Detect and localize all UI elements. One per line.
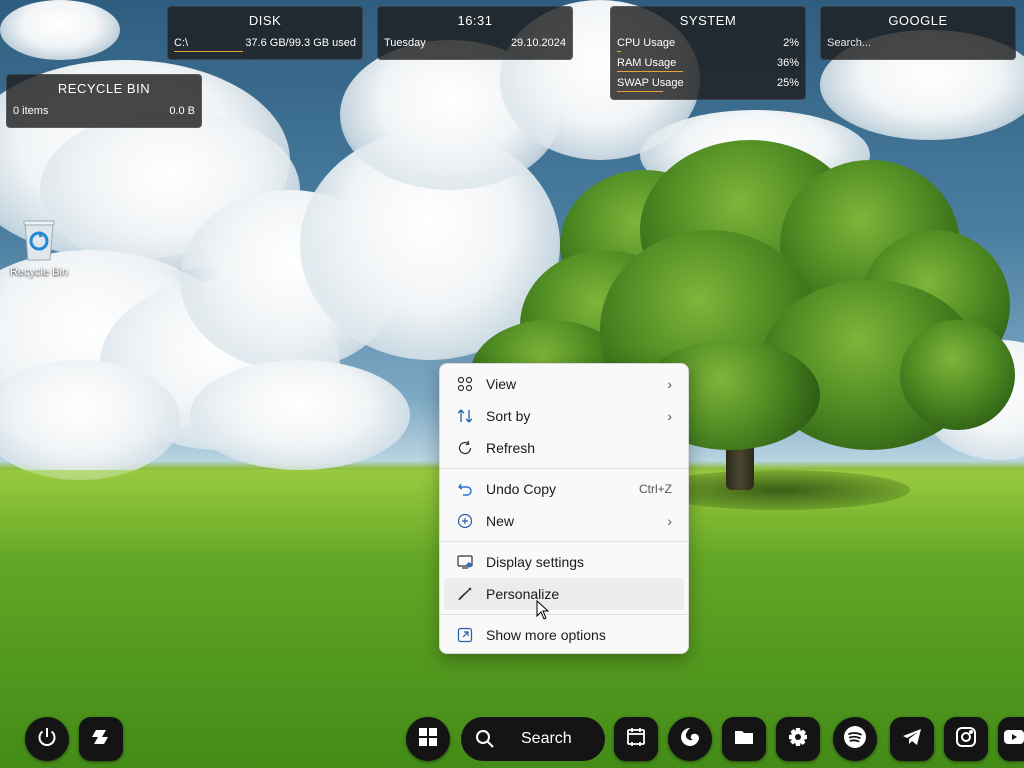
menu-item-refresh-label: Refresh xyxy=(486,440,536,456)
menu-item-sort-by-label: Sort by xyxy=(486,408,531,424)
copilot-button[interactable] xyxy=(79,717,123,761)
swap-usage-value: 25% xyxy=(776,77,799,89)
google-widget: GOOGLE Search... xyxy=(820,6,1016,60)
disk-usage-value: 37.6 GB/99.3 GB used xyxy=(245,37,356,49)
menu-separator xyxy=(440,468,688,469)
clock-day: Tuesday xyxy=(384,37,426,49)
windows-start-icon xyxy=(418,727,438,752)
menu-item-view-label: View xyxy=(486,376,517,392)
spotify-button[interactable] xyxy=(833,717,877,761)
menu-item-sort-by[interactable]: Sort by › xyxy=(444,400,684,432)
chevron-right-icon: › xyxy=(667,376,672,392)
start-button[interactable] xyxy=(406,717,450,761)
taskbar-search-label: Search xyxy=(521,730,572,747)
system-widget: SYSTEM CPU Usage 2% RAM Usage 36% SWAP U… xyxy=(610,6,806,100)
ram-usage-value: 36% xyxy=(776,57,799,69)
recycle-bin-label: Recycle Bin xyxy=(9,266,69,278)
cpu-usage-label: CPU Usage xyxy=(617,37,676,49)
telegram-button[interactable] xyxy=(890,717,934,761)
google-search-input[interactable]: Search... xyxy=(821,33,1015,53)
sort-icon xyxy=(456,407,474,425)
menu-item-refresh[interactable]: Refresh xyxy=(444,432,684,464)
settings-button[interactable] xyxy=(776,717,820,761)
search-icon xyxy=(475,729,495,749)
recycle-bin-icon xyxy=(21,218,57,262)
disk-usage-row: C:\ 37.6 GB/99.3 GB used xyxy=(168,33,362,53)
taskbar-search-box[interactable]: Search xyxy=(461,717,605,761)
recycle-bin-desktop-icon[interactable]: Recycle Bin xyxy=(6,218,72,278)
folder-icon xyxy=(733,726,755,753)
grid-icon xyxy=(456,375,474,393)
chevron-right-icon: › xyxy=(667,513,672,529)
refresh-icon xyxy=(456,439,474,457)
swap-usage-row: SWAP Usage 25% xyxy=(611,73,805,93)
recycle-bin-size: 0.0 B xyxy=(169,105,195,117)
terminal-button[interactable] xyxy=(614,717,658,761)
swap-usage-label: SWAP Usage xyxy=(617,77,684,89)
spotify-icon xyxy=(843,725,867,754)
menu-item-display-settings[interactable]: Display settings xyxy=(444,546,684,578)
disk-usage-meter xyxy=(174,51,244,52)
recycle-bin-widget-title: RECYCLE BIN xyxy=(57,81,151,96)
menu-item-view[interactable]: View › xyxy=(444,368,684,400)
disk-widget-title: DISK xyxy=(248,13,282,28)
clock-widget: 16:31 Tuesday 29.10.2024 xyxy=(377,6,573,60)
telegram-icon xyxy=(901,726,923,753)
disk-drive-label: C:\ xyxy=(174,37,189,49)
power-icon xyxy=(36,726,58,753)
terminal-icon xyxy=(625,726,647,753)
ram-usage-label: RAM Usage xyxy=(617,57,677,69)
instagram-icon xyxy=(955,726,977,753)
menu-separator xyxy=(440,541,688,542)
menu-item-undo-copy-label: Undo Copy xyxy=(486,481,557,497)
menu-item-display-settings-label: Display settings xyxy=(486,554,585,570)
menu-item-new[interactable]: New › xyxy=(444,505,684,537)
recycle-bin-widget: RECYCLE BIN 0 items 0.0 B xyxy=(6,74,202,128)
menu-item-show-more-options-label: Show more options xyxy=(486,627,606,643)
menu-item-show-more-options[interactable]: Show more options xyxy=(444,619,684,651)
undo-icon xyxy=(456,480,474,498)
cpu-usage-meter xyxy=(617,51,621,52)
menu-item-undo-copy[interactable]: Undo Copy Ctrl+Z xyxy=(444,473,684,505)
recycle-bin-item-count: 0 items xyxy=(13,105,49,117)
undo-shortcut: Ctrl+Z xyxy=(639,482,672,496)
clock-date-row: Tuesday 29.10.2024 xyxy=(378,33,572,53)
ram-usage-row: RAM Usage 36% xyxy=(611,53,805,73)
instagram-button[interactable] xyxy=(944,717,988,761)
file-explorer-button[interactable] xyxy=(722,717,766,761)
cpu-usage-row: CPU Usage 2% xyxy=(611,33,805,53)
cpu-usage-value: 2% xyxy=(783,37,799,49)
settings-gear-icon xyxy=(787,726,809,753)
clock-date: 29.10.2024 xyxy=(510,37,566,49)
chevron-right-icon: › xyxy=(667,408,672,424)
youtube-button[interactable] xyxy=(998,717,1024,761)
clock-time: 16:31 xyxy=(457,13,493,28)
menu-separator xyxy=(440,614,688,615)
power-button[interactable] xyxy=(25,717,69,761)
more-options-icon xyxy=(456,626,474,644)
menu-item-new-label: New xyxy=(486,513,515,529)
edge-button[interactable] xyxy=(668,717,712,761)
recycle-bin-info-row: 0 items 0.0 B xyxy=(7,101,201,121)
google-widget-title: GOOGLE xyxy=(888,13,948,28)
menu-item-personalize[interactable]: Personalize xyxy=(444,578,684,610)
system-widget-title: SYSTEM xyxy=(679,13,737,28)
ram-usage-meter xyxy=(617,71,683,72)
display-icon xyxy=(456,553,474,571)
copilot-icon xyxy=(90,726,112,753)
swap-usage-meter xyxy=(617,91,663,92)
plus-circle-icon xyxy=(456,512,474,530)
mouse-cursor-icon xyxy=(536,599,550,625)
menu-item-personalize-label: Personalize xyxy=(486,586,560,602)
disk-widget: DISK C:\ 37.6 GB/99.3 GB used xyxy=(167,6,363,60)
edge-icon xyxy=(679,726,701,753)
desktop-context-menu: View › Sort by › Refresh Undo Copy Ctrl+… xyxy=(439,363,689,654)
brush-icon xyxy=(456,585,474,603)
youtube-icon xyxy=(1004,727,1024,752)
